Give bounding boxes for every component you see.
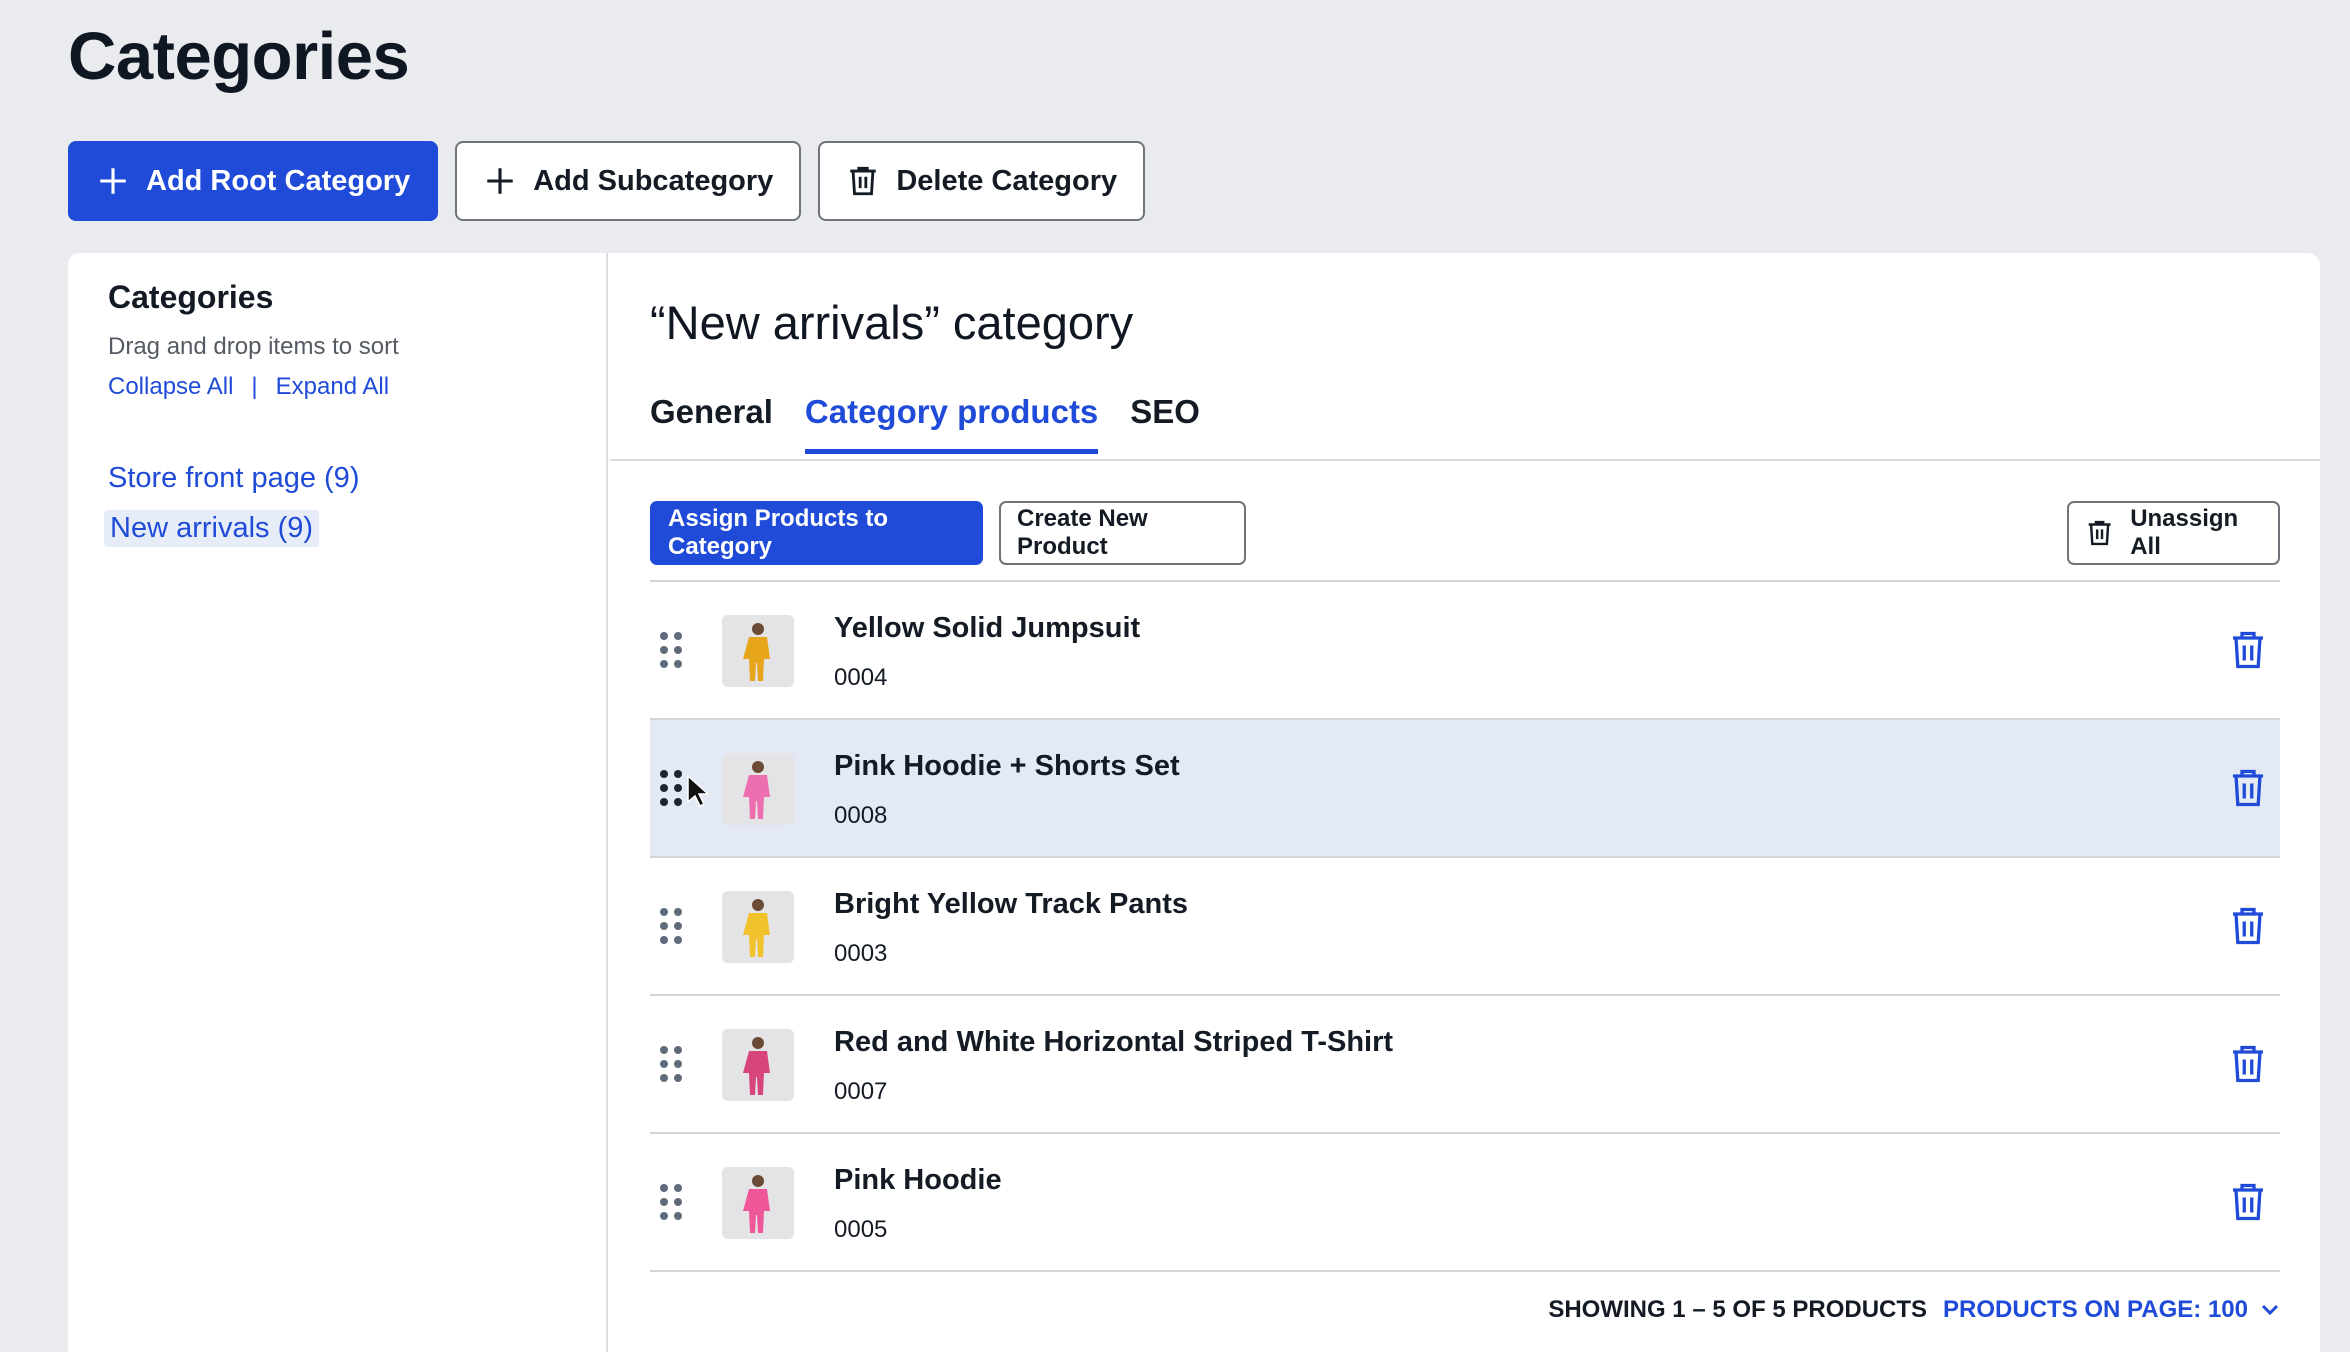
- add-root-category-button[interactable]: Add Root Category: [68, 141, 439, 221]
- product-sku: 0005: [834, 1216, 888, 1243]
- drag-handle-icon[interactable]: [660, 1184, 682, 1220]
- tree-item-label: Store front page (9): [108, 461, 360, 494]
- category-tabs: General Category products SEO: [650, 393, 1200, 454]
- showing-count: Showing 1 – 5 of 5 products: [1548, 1296, 1928, 1323]
- product-sku: 0007: [834, 1078, 888, 1105]
- expand-all-link[interactable]: Expand All: [276, 373, 389, 401]
- products-per-page-select[interactable]: Products on page: 100: [1943, 1296, 2280, 1324]
- product-row[interactable]: Bright Yellow Track Pants 0003: [650, 858, 2280, 996]
- tree-item-label: New arrivals (9): [104, 509, 320, 547]
- create-new-product-label: Create New Product: [1017, 505, 1148, 560]
- product-thumbnail: [722, 1029, 794, 1101]
- collapse-all-link[interactable]: Collapse All: [108, 373, 233, 401]
- tab-category-products[interactable]: Category products: [804, 393, 1099, 454]
- product-thumbnail: [722, 891, 794, 963]
- product-row[interactable]: Pink Hoodie 0005: [650, 1134, 2280, 1272]
- category-detail: “New arrivals” category General Category…: [610, 253, 2320, 1352]
- unassign-all-label: Unassign All: [2130, 505, 2239, 560]
- drag-handle-icon[interactable]: [660, 770, 682, 806]
- delete-category-label: Delete Category: [896, 164, 1118, 197]
- drag-handle-icon[interactable]: [660, 908, 682, 944]
- product-list: Yellow Solid Jumpsuit 0004 Pink Hoodie + S…: [650, 580, 2280, 1272]
- categories-sidebar: Categories Drag and drop items to sort C…: [68, 253, 608, 1352]
- per-page-label: Products on page: 100: [1943, 1296, 2248, 1323]
- tree-item-new-arrivals[interactable]: New arrivals (9): [104, 503, 359, 553]
- product-actions: Assign Products to Category Create New P…: [650, 501, 2280, 565]
- add-root-category-label: Add Root Category: [146, 164, 411, 197]
- product-name: Pink Hoodie + Shorts Set: [834, 750, 1180, 782]
- category-tree: Store front page (9) New arrivals (9): [104, 453, 359, 553]
- create-new-product-button[interactable]: Create New Product: [999, 501, 1246, 565]
- trash-icon[interactable]: [2230, 1182, 2266, 1222]
- mouse-pointer-icon: [686, 774, 710, 808]
- trash-icon[interactable]: [2230, 630, 2266, 670]
- drag-handle-icon[interactable]: [660, 632, 682, 668]
- drag-handle-icon[interactable]: [660, 1046, 682, 1082]
- product-row[interactable]: Yellow Solid Jumpsuit 0004: [650, 582, 2280, 720]
- list-footer: Showing 1 – 5 of 5 products Products on …: [1548, 1296, 2280, 1324]
- tab-general[interactable]: General: [650, 393, 773, 454]
- product-name: Pink Hoodie: [834, 1164, 1002, 1196]
- product-name: Yellow Solid Jumpsuit: [834, 612, 1141, 644]
- sidebar-hint: Drag and drop items to sort: [108, 333, 399, 360]
- plus-icon: [100, 168, 126, 194]
- unassign-all-button[interactable]: Unassign All: [2067, 501, 2280, 565]
- product-thumbnail: [722, 615, 794, 687]
- category-heading: “New arrivals” category: [650, 296, 1134, 349]
- assign-products-button[interactable]: Assign Products to Category: [650, 501, 983, 565]
- tree-controls: Collapse All | Expand All: [108, 373, 389, 401]
- delete-category-button[interactable]: Delete Category: [818, 141, 1146, 221]
- product-sku: 0004: [834, 664, 888, 691]
- category-panel: Categories Drag and drop items to sort C…: [68, 253, 2320, 1352]
- chevron-down-icon: [2261, 1304, 2279, 1316]
- trash-icon: [2088, 520, 2111, 546]
- product-name: Bright Yellow Track Pants: [834, 888, 1189, 920]
- product-thumbnail: [722, 753, 794, 825]
- category-toolbar: Add Root Category Add Subcategory Delete…: [68, 141, 1146, 221]
- trash-icon: [850, 166, 877, 196]
- tabs-divider: [610, 459, 2320, 461]
- trash-icon[interactable]: [2230, 768, 2266, 808]
- plus-icon: [487, 168, 513, 194]
- product-thumbnail: [722, 1167, 794, 1239]
- product-row[interactable]: Red and White Horizontal Striped T-Shirt…: [650, 996, 2280, 1134]
- product-row[interactable]: Pink Hoodie + Shorts Set 0008: [650, 720, 2280, 858]
- page-title: Categories: [68, 19, 410, 94]
- add-subcategory-button[interactable]: Add Subcategory: [455, 141, 802, 221]
- tree-item-store-front-page[interactable]: Store front page (9): [108, 453, 359, 503]
- tab-seo[interactable]: SEO: [1130, 393, 1200, 454]
- trash-icon[interactable]: [2230, 906, 2266, 946]
- sidebar-title: Categories: [108, 279, 274, 315]
- product-sku: 0003: [834, 940, 888, 967]
- add-subcategory-label: Add Subcategory: [533, 164, 774, 197]
- product-sku: 0008: [834, 802, 888, 829]
- assign-products-label: Assign Products to Category: [668, 505, 889, 560]
- link-separator: |: [251, 373, 258, 400]
- trash-icon[interactable]: [2230, 1044, 2266, 1084]
- product-name: Red and White Horizontal Striped T-Shirt: [834, 1026, 1394, 1058]
